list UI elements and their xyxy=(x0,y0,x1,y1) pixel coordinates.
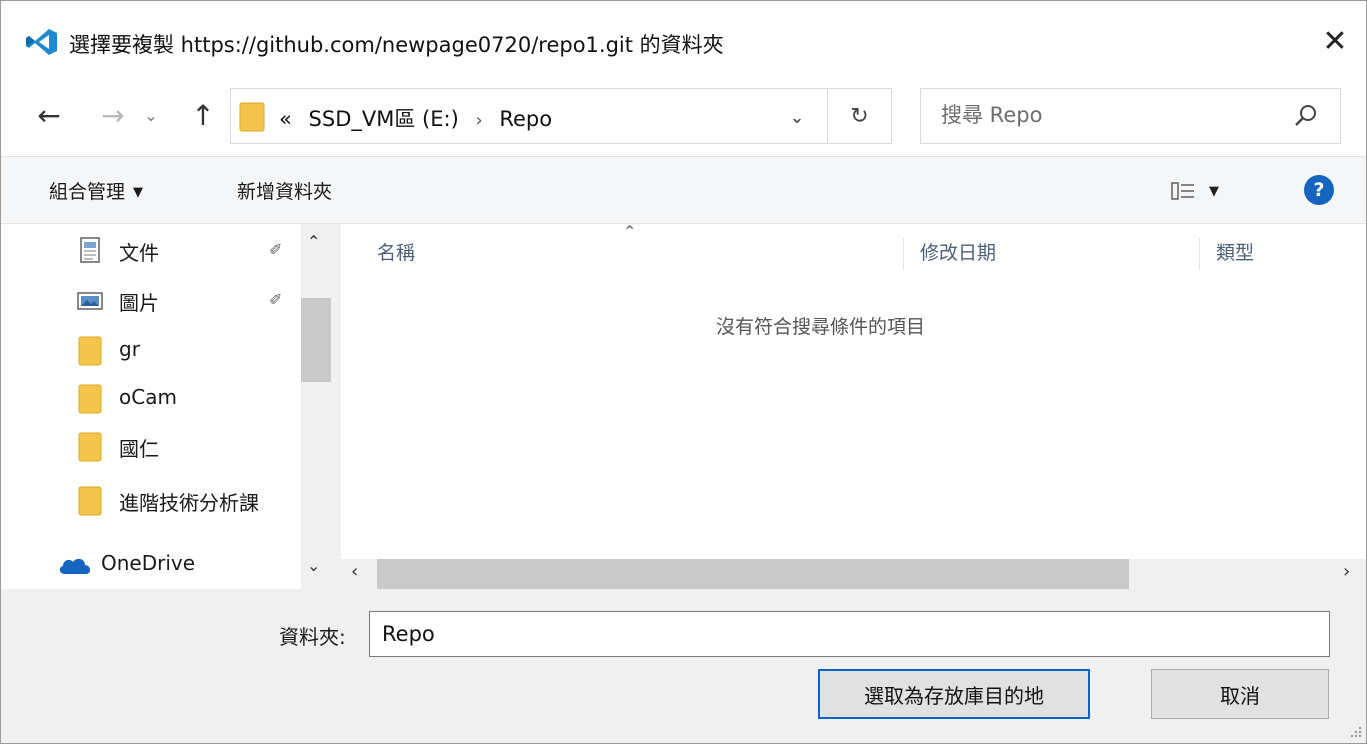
command-bar: 組合管理 ▼ 新增資料夾 ▼ ? xyxy=(1,156,1366,224)
sidebar-item-pictures[interactable]: 圖片 ✐ xyxy=(1,278,301,322)
scroll-up-icon[interactable]: ⌃ xyxy=(307,232,320,251)
back-arrow-icon[interactable]: ← xyxy=(31,95,67,135)
search-box xyxy=(920,88,1341,144)
column-header-name[interactable]: 名稱 xyxy=(341,238,903,270)
change-view-button[interactable]: ▼ xyxy=(1171,177,1241,205)
search-icon[interactable] xyxy=(1293,103,1319,129)
sidebar-item-advanced-course[interactable]: 進階技術分析課 xyxy=(1,478,301,522)
document-icon xyxy=(80,237,100,263)
sidebar-item-label: 圖片 xyxy=(119,291,159,315)
scroll-down-icon[interactable]: ⌄ xyxy=(307,556,320,575)
scrollbar-thumb[interactable] xyxy=(301,298,331,382)
organize-menu-button[interactable]: 組合管理 ▼ xyxy=(49,177,143,204)
sidebar-item-label: gr xyxy=(119,337,140,361)
refresh-icon[interactable]: ↻ xyxy=(827,89,891,143)
sidebar-item-onedrive[interactable]: OneDrive xyxy=(1,542,301,586)
scrollbar-thumb[interactable] xyxy=(377,559,1129,589)
horizontal-scrollbar[interactable]: ‹ › xyxy=(341,559,1366,589)
navigation-bar: ← → ⌄ ↑ « SSD_VM區 (E:) › Repo ⌄ ↻ xyxy=(1,81,1366,156)
folder-icon xyxy=(239,102,265,132)
breadcrumb: « SSD_VM區 (E:) › Repo xyxy=(279,103,552,133)
caret-down-icon: ▼ xyxy=(133,185,144,200)
sidebar-item-label: 文件 xyxy=(119,241,159,265)
address-dropdown-icon[interactable]: ⌄ xyxy=(779,101,815,133)
breadcrumb-separator-icon[interactable]: › xyxy=(475,110,482,131)
column-header-date-modified[interactable]: 修改日期 xyxy=(903,238,1199,270)
scroll-left-icon[interactable]: ‹ xyxy=(351,561,358,582)
title-bar: 選擇要複製 https://github.com/newpage0720/rep… xyxy=(1,1,1366,81)
empty-state-message: 沒有符合搜尋條件的項目 xyxy=(716,316,926,338)
recent-locations-chevron-icon[interactable]: ⌄ xyxy=(139,95,163,135)
window-title: 選擇要複製 https://github.com/newpage0720/rep… xyxy=(69,33,724,57)
organize-label: 組合管理 xyxy=(49,181,126,203)
breadcrumb-drive[interactable]: SSD_VM區 (E:) xyxy=(309,107,459,131)
forward-arrow-icon[interactable]: → xyxy=(95,95,131,135)
navigation-scrollbar[interactable]: ⌃ ⌄ xyxy=(301,224,333,589)
address-bar[interactable]: « SSD_VM區 (E:) › Repo ⌄ ↻ xyxy=(230,88,892,144)
resize-grip-icon[interactable] xyxy=(1347,723,1363,739)
sidebar-item-label: 國仁 xyxy=(119,437,159,461)
folder-icon xyxy=(78,432,102,462)
onedrive-cloud-icon xyxy=(59,558,91,574)
sidebar-item-documents[interactable]: 文件 ✐ xyxy=(1,228,301,272)
cancel-button[interactable]: 取消 xyxy=(1151,669,1329,719)
pin-icon: ✐ xyxy=(269,290,283,309)
sidebar-item-guoren[interactable]: 國仁 xyxy=(1,424,301,468)
folder-icon xyxy=(78,336,102,366)
folder-icon xyxy=(78,486,102,516)
folder-field-label: 資料夾: xyxy=(279,625,346,649)
folder-picker-dialog: 選擇要複製 https://github.com/newpage0720/rep… xyxy=(0,0,1367,744)
column-header-type[interactable]: 類型 xyxy=(1199,238,1366,270)
vscode-logo-icon xyxy=(26,29,57,55)
scroll-right-icon[interactable]: › xyxy=(1343,561,1350,582)
sidebar-item-label: 進階技術分析課 xyxy=(119,491,259,515)
folder-icon xyxy=(78,384,102,414)
pictures-icon xyxy=(77,292,103,310)
help-icon[interactable]: ? xyxy=(1304,175,1334,205)
sidebar-item-label: oCam xyxy=(119,385,177,409)
up-arrow-icon[interactable]: ↑ xyxy=(185,95,221,135)
breadcrumb-folder[interactable]: Repo xyxy=(499,107,552,131)
sidebar-item-gr[interactable]: gr xyxy=(1,328,301,372)
caret-down-icon: ▼ xyxy=(1209,183,1219,199)
pin-icon: ✐ xyxy=(269,240,283,259)
search-input[interactable] xyxy=(941,103,1281,127)
details-view-icon xyxy=(1171,182,1194,200)
breadcrumb-overflow[interactable]: « xyxy=(279,107,292,131)
sidebar-item-ocam[interactable]: oCam xyxy=(1,376,301,420)
sidebar-item-label: OneDrive xyxy=(101,551,196,575)
new-folder-button[interactable]: 新增資料夾 xyxy=(237,177,332,204)
select-as-repository-destination-button[interactable]: 選取為存放庫目的地 xyxy=(818,669,1090,719)
folder-name-input[interactable] xyxy=(369,611,1330,657)
file-list: ⌃ 名稱 修改日期 類型 沒有符合搜尋條件的項目 xyxy=(341,222,1366,559)
close-icon[interactable]: ✕ xyxy=(1313,19,1357,63)
navigation-pane: 文件 ✐ 圖片 ✐ gr oCam 國仁 進階技術分析課 OneDrive ⌃ … xyxy=(1,224,333,589)
